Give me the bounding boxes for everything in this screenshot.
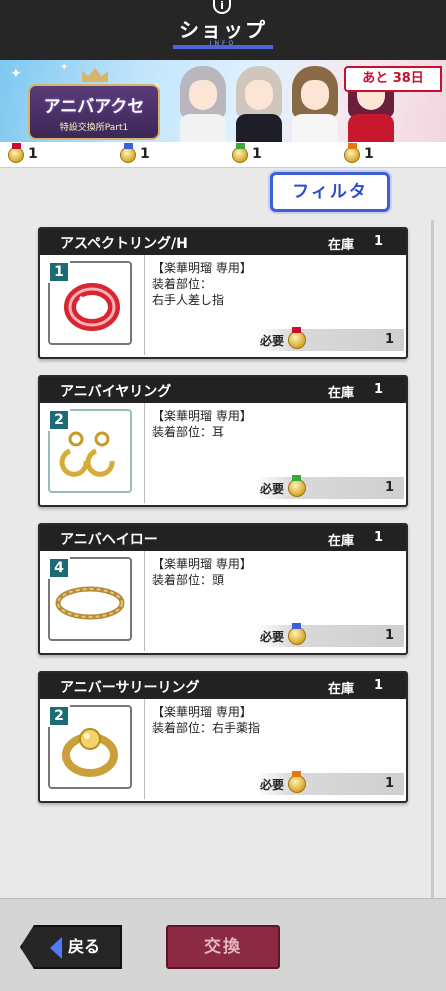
- item-thumbnail[interactable]: 4: [48, 557, 132, 641]
- scrollbar[interactable]: [431, 220, 434, 900]
- back-button[interactable]: 戻る: [20, 925, 122, 969]
- currency-bar: 1 1 1 1: [0, 142, 446, 168]
- item-owner: 【楽華明瑠 専用】: [152, 705, 252, 719]
- rank-badge: 2: [48, 409, 70, 431]
- banner-logo-title: アニバアクセ: [43, 97, 145, 117]
- requirement-box: 必要 1: [256, 327, 404, 351]
- item-slot: 装着部位：耳: [152, 425, 225, 439]
- crown-icon: [82, 68, 108, 82]
- character-illustration: [230, 64, 288, 142]
- item-owner: 【楽華明瑠 専用】: [152, 557, 252, 571]
- need-value: 1: [384, 776, 394, 791]
- requirement-box: 必要 1: [256, 623, 404, 647]
- stock-value: 1: [374, 530, 384, 545]
- item-name: アニバイヤリング: [60, 384, 172, 400]
- card-header: アニバーサリーリング 在庫 1: [40, 673, 406, 699]
- stock-label: 在庫: [328, 238, 355, 253]
- medal-icon: [288, 475, 306, 497]
- back-button-label: 戻る: [68, 937, 101, 956]
- sparkle-icon: ✦: [60, 62, 69, 73]
- currency-count: 1: [252, 146, 262, 162]
- card-divider: [144, 255, 145, 355]
- sparkle-icon: ✦: [10, 66, 22, 82]
- character-illustration: [286, 64, 344, 142]
- top-header: i ショップ INFO: [0, 0, 446, 60]
- page-title: ショップ: [179, 18, 267, 42]
- medal-icon: [232, 143, 248, 163]
- item-slot: 装着部位：右手薬指: [152, 721, 261, 735]
- item-thumbnail[interactable]: 1: [48, 261, 132, 345]
- item-thumbnail[interactable]: 2: [48, 409, 132, 493]
- shop-item-card[interactable]: アスペクトリング/H 在庫 1 1 【楽華明瑠 専用】 装着部位： 右手人差し指…: [38, 227, 408, 359]
- banner-logo-subtitle: 特設交換所Part1: [59, 123, 129, 133]
- shop-item-card[interactable]: アニバヘイロー 在庫 1 4 【楽華明瑠 専用】 装着部位：頭 必要 1: [38, 523, 408, 655]
- item-slot-detail: 右手人差し指: [152, 293, 225, 307]
- card-header: アニバイヤリング 在庫 1: [40, 377, 406, 403]
- stock-label: 在庫: [328, 682, 355, 697]
- card-divider: [144, 403, 145, 503]
- exchange-button[interactable]: 交換: [166, 925, 280, 969]
- need-label: 必要: [260, 630, 285, 644]
- card-divider: [144, 551, 145, 651]
- medal-icon: [8, 143, 24, 163]
- item-owner: 【楽華明瑠 専用】: [152, 261, 252, 275]
- requirement-box: 必要 1: [256, 771, 404, 795]
- card-divider: [144, 699, 145, 799]
- event-banner[interactable]: ✦ ✦ ✦ アニバアクセ 特設交換所Part1 あと 38日: [0, 60, 446, 142]
- currency-count: 1: [140, 146, 150, 162]
- days-left-badge: あと 38日: [344, 66, 442, 92]
- bottom-action-bar: 戻る 交換: [0, 898, 446, 991]
- item-name: アスペクトリング/H: [60, 236, 188, 252]
- item-name: アニバーサリーリング: [60, 680, 200, 696]
- medal-icon: [288, 327, 306, 349]
- stock-value: 1: [374, 678, 384, 693]
- card-header: アスペクトリング/H 在庫 1: [40, 229, 406, 255]
- item-thumbnail[interactable]: 2: [48, 705, 132, 789]
- currency-count: 1: [28, 146, 38, 162]
- info-icon[interactable]: i: [213, 0, 231, 14]
- page-subtitle: INFO: [209, 40, 237, 47]
- character-illustration: [174, 64, 232, 142]
- stock-value: 1: [374, 234, 384, 249]
- shop-item-card[interactable]: アニバーサリーリング 在庫 1 2 【楽華明瑠 専用】 装着部位：右手薬指 必要…: [38, 671, 408, 803]
- filter-button[interactable]: フィルタ: [270, 172, 390, 212]
- rank-badge: 4: [48, 557, 70, 579]
- requirement-box: 必要 1: [256, 475, 404, 499]
- need-label: 必要: [260, 778, 285, 792]
- back-arrow-icon: [50, 937, 62, 959]
- card-header: アニバヘイロー 在庫 1: [40, 525, 406, 551]
- rank-badge: 1: [48, 261, 70, 283]
- banner-logo: アニバアクセ 特設交換所Part1: [28, 84, 160, 140]
- item-slot: 装着部位：: [152, 277, 213, 291]
- need-value: 1: [384, 480, 394, 495]
- stock-label: 在庫: [328, 386, 355, 401]
- stock-label: 在庫: [328, 534, 355, 549]
- medal-icon: [344, 143, 360, 163]
- item-owner: 【楽華明瑠 専用】: [152, 409, 252, 423]
- rank-badge: 2: [48, 705, 70, 727]
- medal-icon: [288, 623, 306, 645]
- shop-item-card[interactable]: アニバイヤリング 在庫 1 2 【楽華明瑠 専用】 装着部位：耳 必要 1: [38, 375, 408, 507]
- item-name: アニバヘイロー: [60, 532, 158, 548]
- medal-icon: [288, 771, 306, 793]
- need-label: 必要: [260, 482, 285, 496]
- item-slot: 装着部位：頭: [152, 573, 225, 587]
- medal-icon: [120, 143, 136, 163]
- currency-count: 1: [364, 146, 374, 162]
- stock-value: 1: [374, 382, 384, 397]
- need-label: 必要: [260, 334, 285, 348]
- need-value: 1: [384, 628, 394, 643]
- need-value: 1: [384, 332, 394, 347]
